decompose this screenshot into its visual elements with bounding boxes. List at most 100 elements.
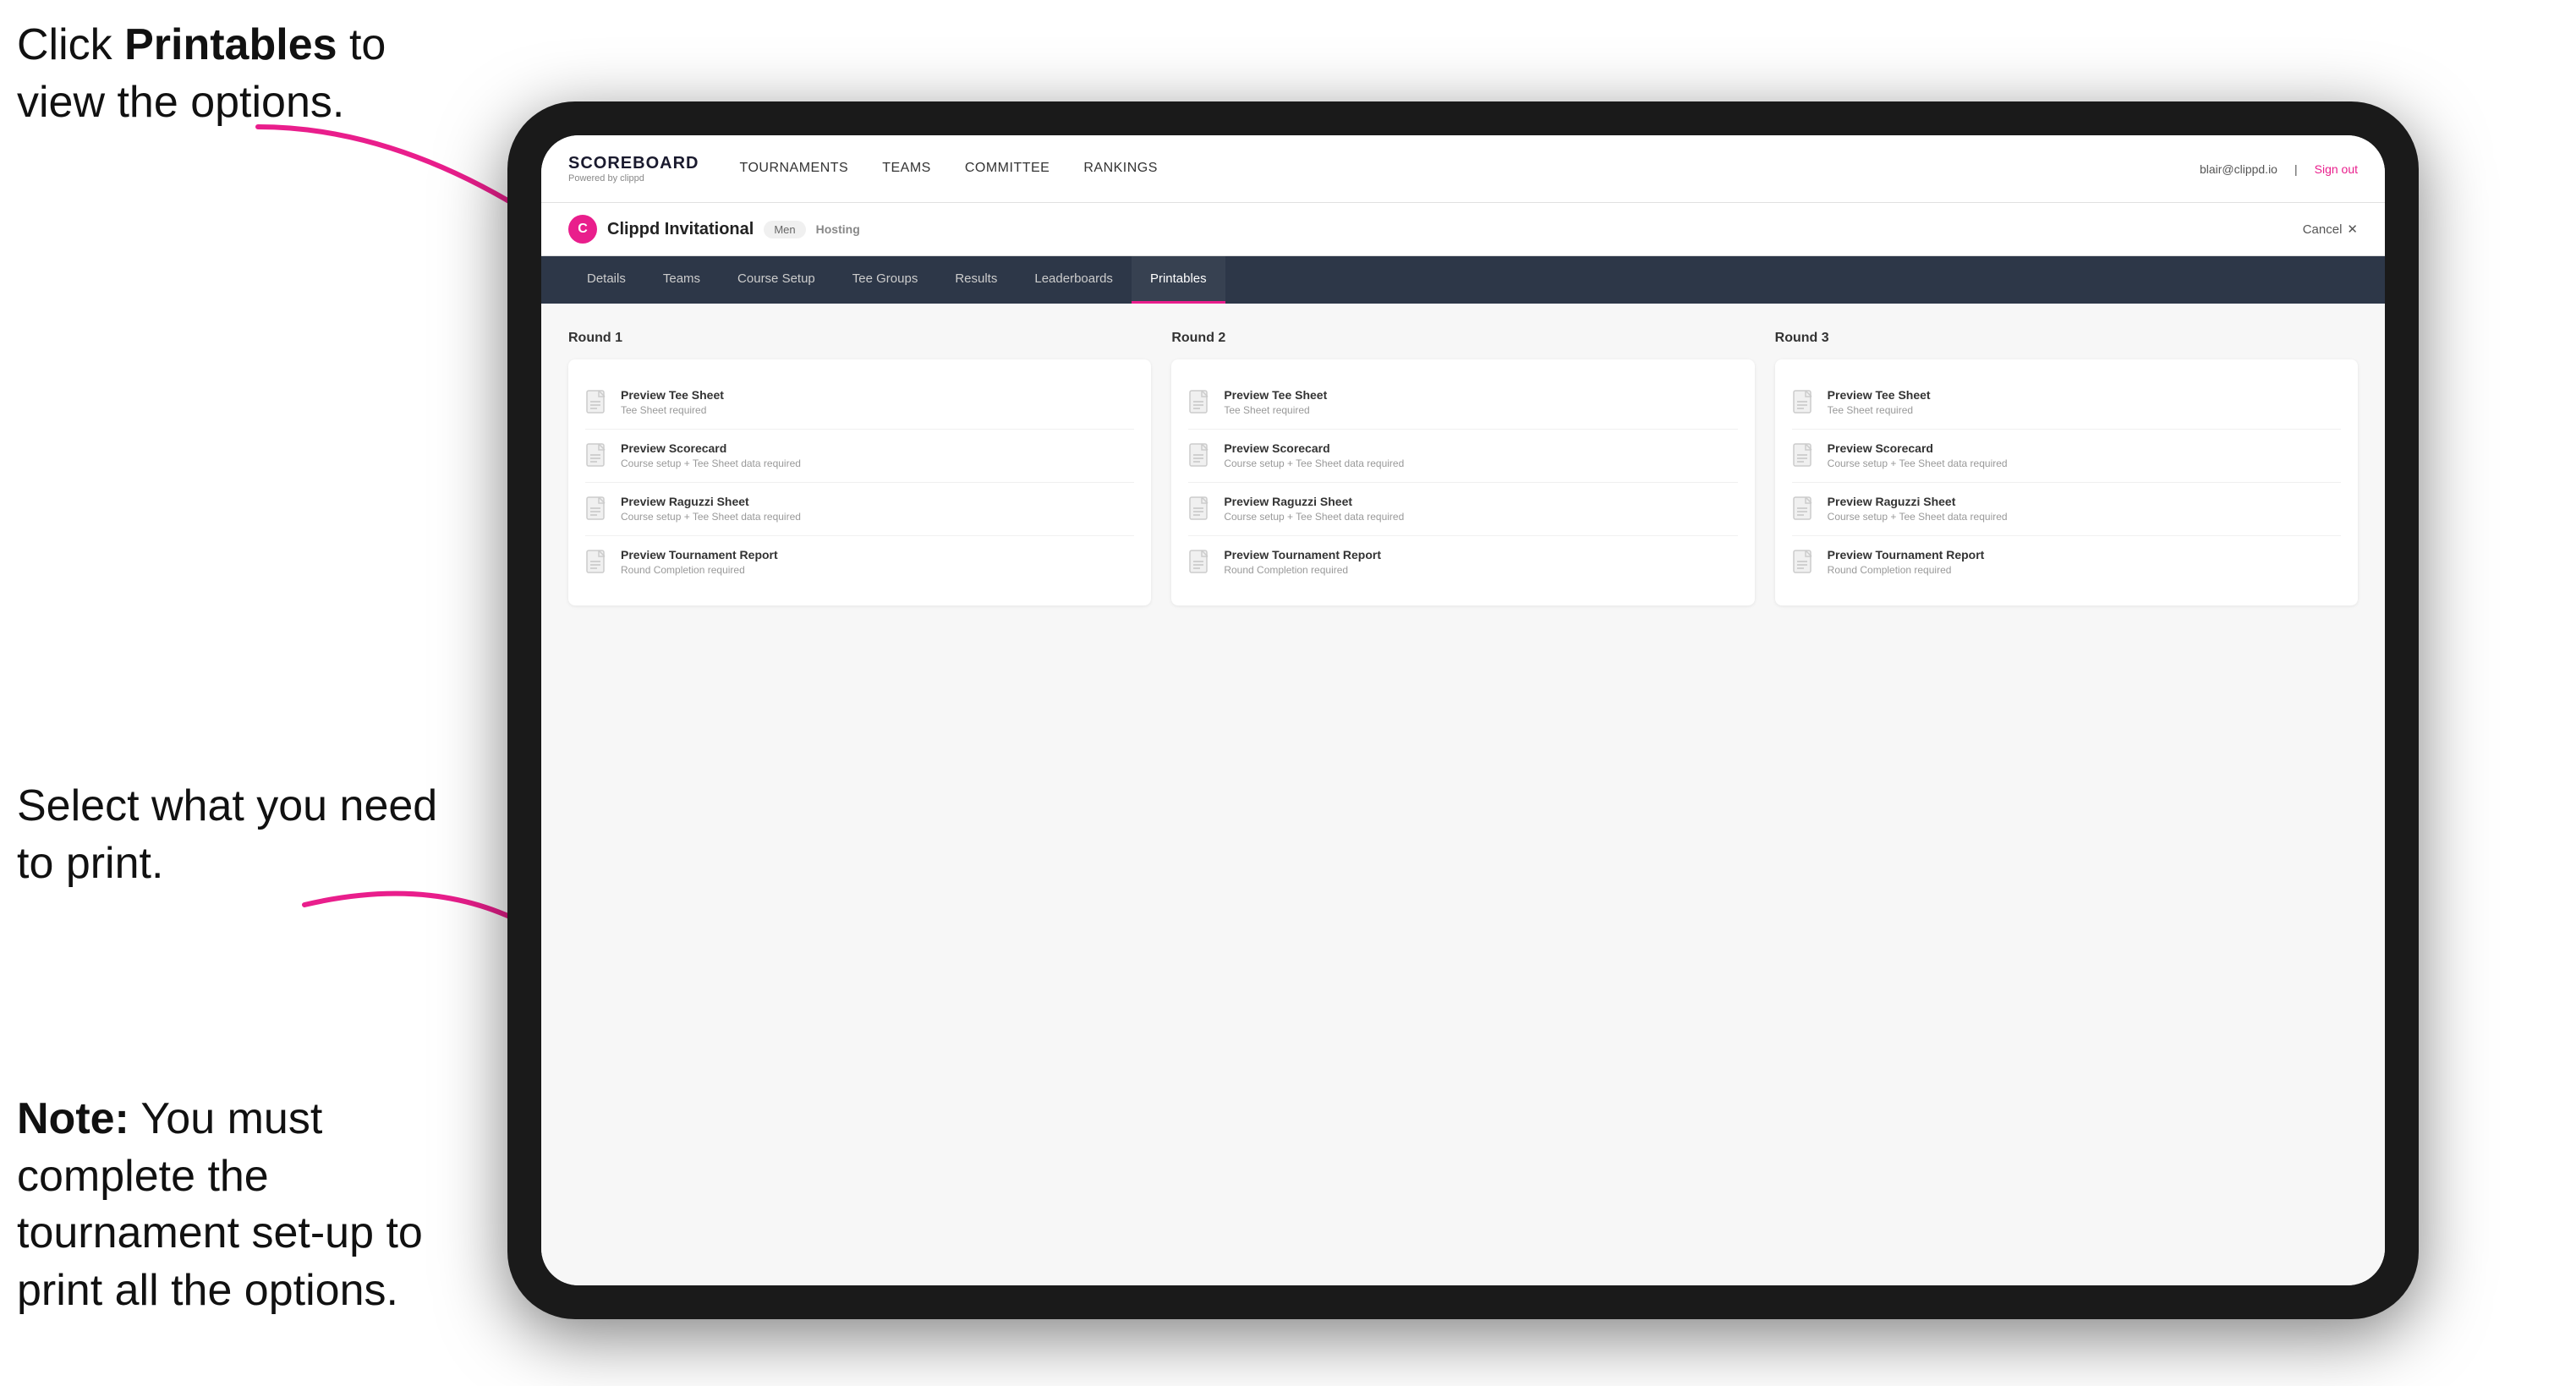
print-item-2-4[interactable]: Preview Tournament ReportRound Completio…	[1188, 536, 1737, 589]
tab-printables[interactable]: Printables	[1132, 256, 1225, 304]
print-info-1-4: Preview Tournament Report Round Completio…	[621, 548, 1134, 576]
tablet: SCOREBOARD Powered by clippd TOURNAMENTS…	[507, 101, 2419, 1319]
tournament-logo: C	[568, 215, 597, 244]
tablet-screen: SCOREBOARD Powered by clippd TOURNAMENTS…	[541, 135, 2385, 1285]
scoreboard-logo: SCOREBOARD Powered by clippd	[568, 154, 699, 184]
print-subtitle-3-1: Tee Sheet required	[1828, 404, 2341, 416]
annotation-top: Click Printables toview the options.	[17, 17, 386, 131]
print-title-2-3: Preview Raguzzi Sheet	[1224, 495, 1737, 508]
tab-results[interactable]: Results	[936, 256, 1016, 304]
print-item-1-2[interactable]: Preview ScorecardCourse setup + Tee Shee…	[585, 430, 1134, 483]
tournament-name-group: C Clippd Invitational Men Hosting	[568, 215, 860, 244]
tournament-title: Clippd Invitational	[607, 220, 754, 239]
tournament-bar: C Clippd Invitational Men Hosting Cancel…	[541, 203, 2385, 256]
round-header-2: Round 2	[1171, 331, 1754, 346]
print-title-3-3: Preview Raguzzi Sheet	[1828, 495, 2341, 508]
nav-committee[interactable]: COMMITTEE	[965, 157, 1050, 181]
print-subtitle-2-2: Course setup + Tee Sheet data required	[1224, 457, 1737, 469]
round-card-1: Preview Tee Sheet Tee Sheet required Prev…	[568, 359, 1151, 605]
print-subtitle-3-4: Round Completion required	[1828, 564, 2341, 576]
user-email: blair@clippd.io	[2200, 162, 2277, 176]
print-subtitle-1-1: Tee Sheet required	[621, 404, 1134, 416]
print-item-3-4[interactable]: Preview Tournament Report Round Completio…	[1792, 536, 2341, 589]
scoreboard-subtitle: Powered by clippd	[568, 173, 699, 184]
document-icon	[1188, 443, 1212, 470]
print-subtitle-3-3: Course setup + Tee Sheet data required	[1828, 511, 2341, 523]
nav-teams[interactable]: TEAMS	[882, 157, 931, 181]
print-info-3-2: Preview Scorecard Course setup + Tee Shee…	[1828, 441, 2341, 469]
document-icon	[585, 496, 609, 523]
document-icon	[1188, 550, 1212, 577]
document-icon	[585, 390, 609, 417]
print-info-1-1: Preview Tee Sheet Tee Sheet required	[621, 388, 1134, 416]
print-subtitle-2-1: Tee Sheet required	[1224, 404, 1737, 416]
document-icon	[1792, 443, 1816, 470]
print-item-2-2[interactable]: Preview Scorecard Course setup + Tee Shee…	[1188, 430, 1737, 483]
print-item-1-3[interactable]: Preview Raguzzi Sheet Course setup + Tee …	[585, 483, 1134, 536]
round-header-1: Round 1	[568, 331, 1151, 346]
print-title-1-4: Preview Tournament Report	[621, 548, 1134, 562]
print-info-2-1: Preview Tee Sheet Tee Sheet required	[1224, 388, 1737, 416]
tab-details[interactable]: Details	[568, 256, 644, 304]
annotation-bottom: Note: You must complete the tournament s…	[17, 1091, 474, 1319]
print-info-3-3: Preview Raguzzi Sheet Course setup + Tee …	[1828, 495, 2341, 523]
print-subtitle-3-2: Course setup + Tee Sheet data required	[1828, 457, 2341, 469]
round-header-3: Round 3	[1775, 331, 2358, 346]
nav-rankings[interactable]: RANKINGS	[1083, 157, 1158, 181]
tab-tee-groups[interactable]: Tee Groups	[834, 256, 937, 304]
close-icon: ✕	[2347, 222, 2358, 237]
print-info-2-3: Preview Raguzzi Sheet Course setup + Tee …	[1224, 495, 1737, 523]
print-subtitle-1-2: Course setup + Tee Sheet data required	[621, 457, 1134, 469]
print-title-2-2: Preview Scorecard	[1224, 441, 1737, 455]
nav-links: TOURNAMENTS TEAMS COMMITTEE RANKINGS	[739, 157, 2199, 181]
print-title-2-1: Preview Tee Sheet	[1224, 388, 1737, 402]
main-content: Round 1 Preview Tee Sheet Tee Sheet requi…	[541, 304, 2385, 1285]
sign-out-button[interactable]: Sign out	[2315, 162, 2358, 176]
print-info-2-4: Preview Tournament ReportRound Completio…	[1224, 548, 1737, 576]
document-icon	[585, 443, 609, 470]
tournament-badge: Men	[764, 221, 805, 238]
round-column-2: Round 2 Preview Tee Sheet Tee Sheet requi…	[1171, 331, 1754, 605]
print-info-1-3: Preview Raguzzi Sheet Course setup + Tee …	[621, 495, 1134, 523]
document-icon	[1792, 550, 1816, 577]
document-icon	[1792, 496, 1816, 523]
print-item-3-1[interactable]: Preview Tee Sheet Tee Sheet required	[1792, 376, 2341, 430]
nav-right: blair@clippd.io | Sign out	[2200, 162, 2358, 176]
tab-leaderboards[interactable]: Leaderboards	[1016, 256, 1132, 304]
tab-bar: Details Teams Course Setup Tee Groups Re…	[541, 256, 2385, 304]
print-title-1-3: Preview Raguzzi Sheet	[621, 495, 1134, 508]
print-item-1-4[interactable]: Preview Tournament Report Round Completio…	[585, 536, 1134, 589]
rounds-container: Round 1 Preview Tee Sheet Tee Sheet requi…	[568, 331, 2358, 605]
round-card-3: Preview Tee Sheet Tee Sheet required Prev…	[1775, 359, 2358, 605]
tournament-status: Hosting	[816, 222, 860, 236]
print-item-3-2[interactable]: Preview Scorecard Course setup + Tee Shee…	[1792, 430, 2341, 483]
round-card-2: Preview Tee Sheet Tee Sheet required Prev…	[1171, 359, 1754, 605]
tab-course-setup[interactable]: Course Setup	[719, 256, 834, 304]
print-item-1-1[interactable]: Preview Tee Sheet Tee Sheet required	[585, 376, 1134, 430]
print-info-3-4: Preview Tournament Report Round Completio…	[1828, 548, 2341, 576]
print-title-3-2: Preview Scorecard	[1828, 441, 2341, 455]
print-item-2-3[interactable]: Preview Raguzzi Sheet Course setup + Tee …	[1188, 483, 1737, 536]
print-title-3-1: Preview Tee Sheet	[1828, 388, 2341, 402]
document-icon	[1188, 496, 1212, 523]
tab-teams[interactable]: Teams	[644, 256, 719, 304]
round-column-3: Round 3 Preview Tee Sheet Tee Sheet requi…	[1775, 331, 2358, 605]
print-info-1-2: Preview ScorecardCourse setup + Tee Shee…	[621, 441, 1134, 469]
print-subtitle-2-4: Round Completion required	[1224, 564, 1737, 576]
nav-tournaments[interactable]: TOURNAMENTS	[739, 157, 848, 181]
print-subtitle-1-4: Round Completion required	[621, 564, 1134, 576]
separator: |	[2294, 162, 2298, 176]
print-title-3-4: Preview Tournament Report	[1828, 548, 2341, 562]
cancel-button[interactable]: Cancel ✕	[2303, 222, 2358, 237]
print-info-3-1: Preview Tee Sheet Tee Sheet required	[1828, 388, 2341, 416]
document-icon	[1792, 390, 1816, 417]
print-title-1-1: Preview Tee Sheet	[621, 388, 1134, 402]
print-subtitle-2-3: Course setup + Tee Sheet data required	[1224, 511, 1737, 523]
print-item-2-1[interactable]: Preview Tee Sheet Tee Sheet required	[1188, 376, 1737, 430]
document-icon	[1188, 390, 1212, 417]
top-nav: SCOREBOARD Powered by clippd TOURNAMENTS…	[541, 135, 2385, 203]
print-item-3-3[interactable]: Preview Raguzzi Sheet Course setup + Tee …	[1792, 483, 2341, 536]
print-subtitle-1-3: Course setup + Tee Sheet data required	[621, 511, 1134, 523]
round-column-1: Round 1 Preview Tee Sheet Tee Sheet requi…	[568, 331, 1151, 605]
app: SCOREBOARD Powered by clippd TOURNAMENTS…	[541, 135, 2385, 1285]
